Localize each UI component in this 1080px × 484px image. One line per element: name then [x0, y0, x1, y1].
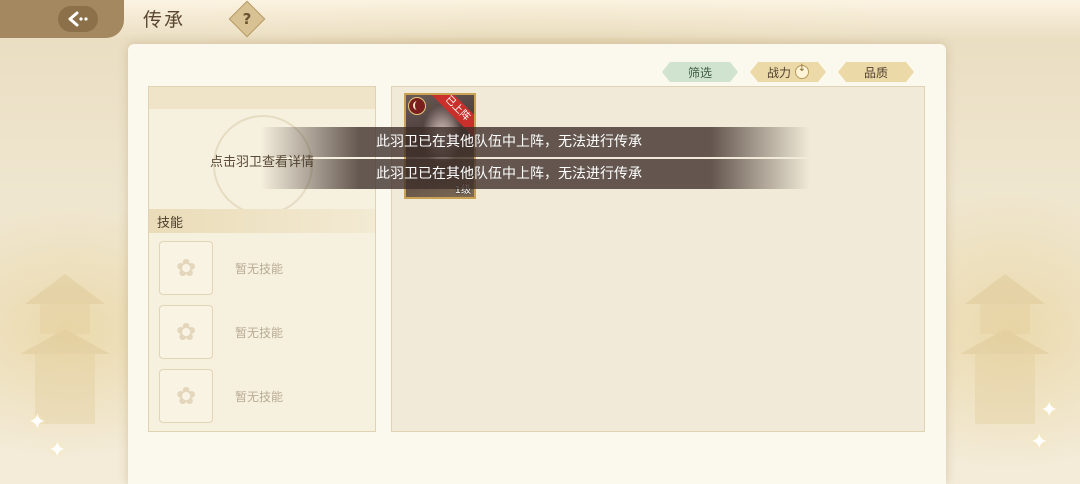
quality-label: 品质	[863, 65, 888, 80]
sparkle-icon: ✦	[1040, 398, 1059, 423]
flower-icon: ✿	[175, 382, 197, 410]
pagoda-decoration-left	[20, 274, 110, 424]
toast-text: 此羽卫已在其他队伍中上阵，无法进行传承	[376, 134, 642, 150]
back-button[interactable]	[0, 0, 124, 38]
toast-text: 此羽卫已在其他队伍中上阵，无法进行传承	[376, 166, 642, 182]
skill-empty-text: 暂无技能	[235, 390, 284, 404]
skill-slot[interactable]: ✿	[159, 241, 213, 295]
skill-empty-text: 暂无技能	[235, 262, 284, 276]
sparkle-icon: ✦	[28, 410, 47, 435]
power-label: 战力	[766, 65, 791, 80]
question-mark-icon: ?	[242, 10, 252, 28]
sparkle-icon: ✦	[1030, 430, 1049, 455]
sparkle-icon: ✦	[48, 438, 67, 463]
toast-message: 此羽卫已在其他队伍中上阵，无法进行传承	[260, 159, 810, 189]
sort-quality-button[interactable]: 品质	[838, 62, 914, 82]
page-title: 传承	[143, 9, 186, 31]
pagoda-decoration-right	[960, 274, 1050, 424]
skill-empty-text: 暂无技能	[235, 326, 284, 340]
back-arrow-icon	[58, 6, 98, 32]
element-icon	[408, 97, 426, 115]
skill-slot[interactable]: ✿	[159, 369, 213, 423]
sort-down-icon	[795, 65, 809, 79]
flower-icon: ✿	[175, 254, 197, 282]
flower-icon: ✿	[175, 318, 197, 346]
skill-slot[interactable]: ✿	[159, 305, 213, 359]
skill-header-label: 技能	[157, 216, 184, 231]
filter-button[interactable]: 筛选	[662, 62, 738, 82]
sort-power-button[interactable]: 战力	[750, 62, 826, 82]
detail-header-strip	[149, 87, 375, 109]
filter-label: 筛选	[687, 65, 712, 80]
skill-section-header: 技能	[149, 209, 375, 233]
toast-message: 此羽卫已在其他队伍中上阵，无法进行传承	[260, 127, 810, 157]
